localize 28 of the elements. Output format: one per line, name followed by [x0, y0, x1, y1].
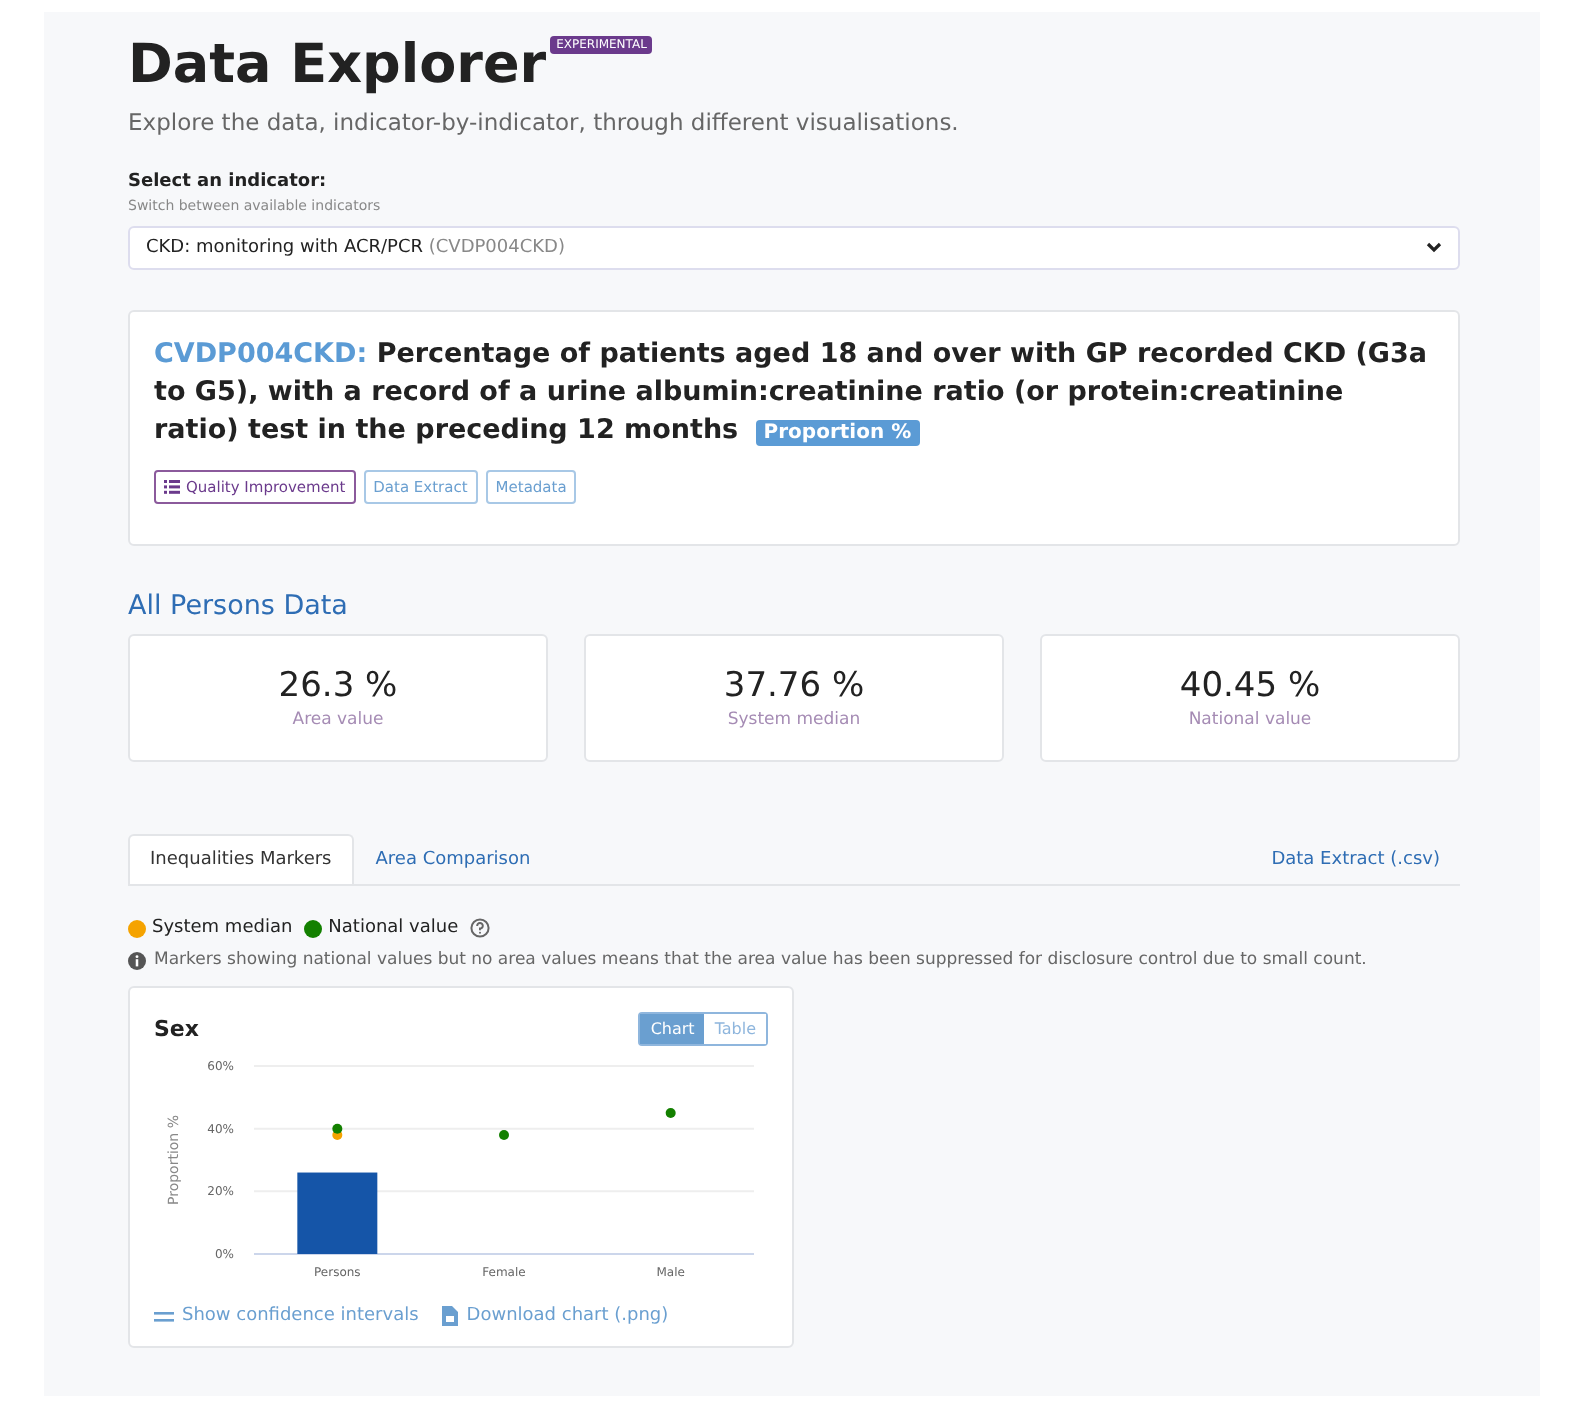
indicator-select[interactable]: CKD: monitoring with ACR/PCR (CVDP004CKD)	[128, 226, 1460, 270]
chart-title: Sex	[154, 1016, 199, 1042]
chart-link[interactable]: Download chart (.png)	[442, 1306, 669, 1326]
lines-icon	[154, 1311, 174, 1321]
legend-label: National value	[328, 918, 459, 938]
page-title: Data Explorer	[128, 32, 547, 100]
list-icon	[164, 480, 180, 494]
chart-link[interactable]: Show confidence intervals	[154, 1306, 419, 1326]
tab[interactable]: Inequalities Markers	[128, 834, 354, 884]
page-subtitle: Explore the data, indicator-by-indicator, through different visualisations.	[128, 108, 961, 136]
info-note: Markers showing national values but no area values means that the area value has been suppressed for disclosure control due to small count.	[154, 950, 1367, 970]
section-heading: All Persons Data	[128, 590, 350, 622]
indicator-title: CVDP004CKD: Percentage of patients aged 18 and over with GP recorded CKD (G3a to G5), with a record of a urine albumin:creatinine ratio (or protein:creatinine ratio) test in the preceding 12 months Proportion %	[154, 336, 1429, 450]
field-label: Select an indicator:	[128, 172, 329, 192]
help-icon[interactable]	[470, 918, 491, 938]
stat-label: Area value	[292, 710, 384, 730]
stat-label: National value	[1188, 710, 1312, 730]
stat-value: 26.3 %	[278, 666, 398, 706]
info-icon	[128, 951, 146, 969]
tab[interactable]: Area Comparison	[353, 834, 553, 884]
stat-value: 37.76 %	[723, 666, 865, 706]
extract-link[interactable]: Data Extract (.csv)	[1271, 849, 1460, 869]
view-toggle[interactable]: Chart	[640, 1014, 705, 1044]
chevron-icon	[1426, 242, 1442, 254]
stat-label: System median	[727, 710, 861, 730]
file-icon	[442, 1306, 459, 1326]
stat-value: 40.45 %	[1179, 666, 1321, 706]
legend-label: System median	[152, 918, 293, 938]
